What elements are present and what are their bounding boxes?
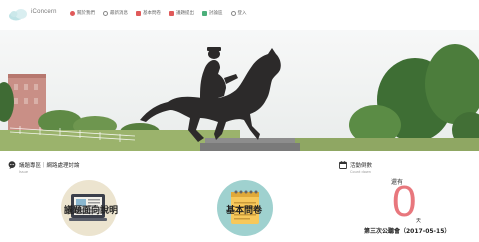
countdown-section-title: 活動倒數	[350, 163, 373, 169]
nav-about-label: 關於我們	[77, 11, 95, 16]
survey-icon	[136, 10, 141, 16]
nav-login-label: 登入	[237, 11, 247, 16]
issue-icon	[169, 10, 174, 16]
logo-text: iConcern	[31, 9, 57, 15]
nav-news-label: 最新消息	[110, 11, 128, 16]
nav-survey-label: 基本問卷	[143, 11, 161, 16]
nav-forum[interactable]: 討論區	[202, 10, 223, 16]
issues-section-header: 議題專區｜網路處理討論 Issue	[8, 161, 80, 174]
countdown-days-value: 0	[392, 177, 417, 226]
calendar-icon	[339, 161, 347, 169]
issue-explanation-label: 議題面向說明	[64, 206, 119, 216]
countdown-section-header: 活動倒數 Count down	[339, 161, 372, 174]
user-icon	[230, 10, 236, 16]
countdown-section-subtitle: Count down	[350, 170, 371, 174]
nav-issue-label: 議題提出	[176, 11, 194, 16]
issues-section-subtitle: Issue	[19, 170, 29, 174]
issues-section-title: 議題專區｜網路處理討論	[19, 163, 80, 169]
chat-icon	[202, 10, 207, 16]
info-icon	[70, 10, 75, 16]
news-icon	[103, 10, 108, 16]
chat-bubble-icon	[8, 161, 16, 169]
top-navigation-bar: iConcern 關於我們 最新消息 基本問卷 議題提出 討論區 登入	[0, 0, 479, 30]
hero-banner	[0, 30, 479, 151]
equestrian-statue-photo	[0, 30, 479, 151]
nav-survey[interactable]: 基本問卷	[136, 10, 161, 16]
main-nav: 關於我們 最新消息 基本問卷 議題提出 討論區 登入	[70, 10, 247, 16]
countdown-event-label: 第三次公聽會（2017-05-15）	[364, 228, 451, 235]
basic-survey-label: 基本問卷	[226, 206, 263, 216]
page: { "header": { "logo_text": "iConcern", "…	[0, 0, 479, 242]
nav-forum-label: 討論區	[209, 11, 223, 16]
countdown-unit: 天	[416, 218, 422, 224]
nav-issue[interactable]: 議題提出	[169, 10, 194, 16]
cloud-logo-icon	[9, 9, 27, 21]
nav-news[interactable]: 最新消息	[103, 10, 128, 16]
nav-about[interactable]: 關於我們	[70, 10, 95, 16]
site-logo[interactable]: iConcern	[8, 6, 62, 24]
nav-login[interactable]: 登入	[230, 10, 247, 16]
